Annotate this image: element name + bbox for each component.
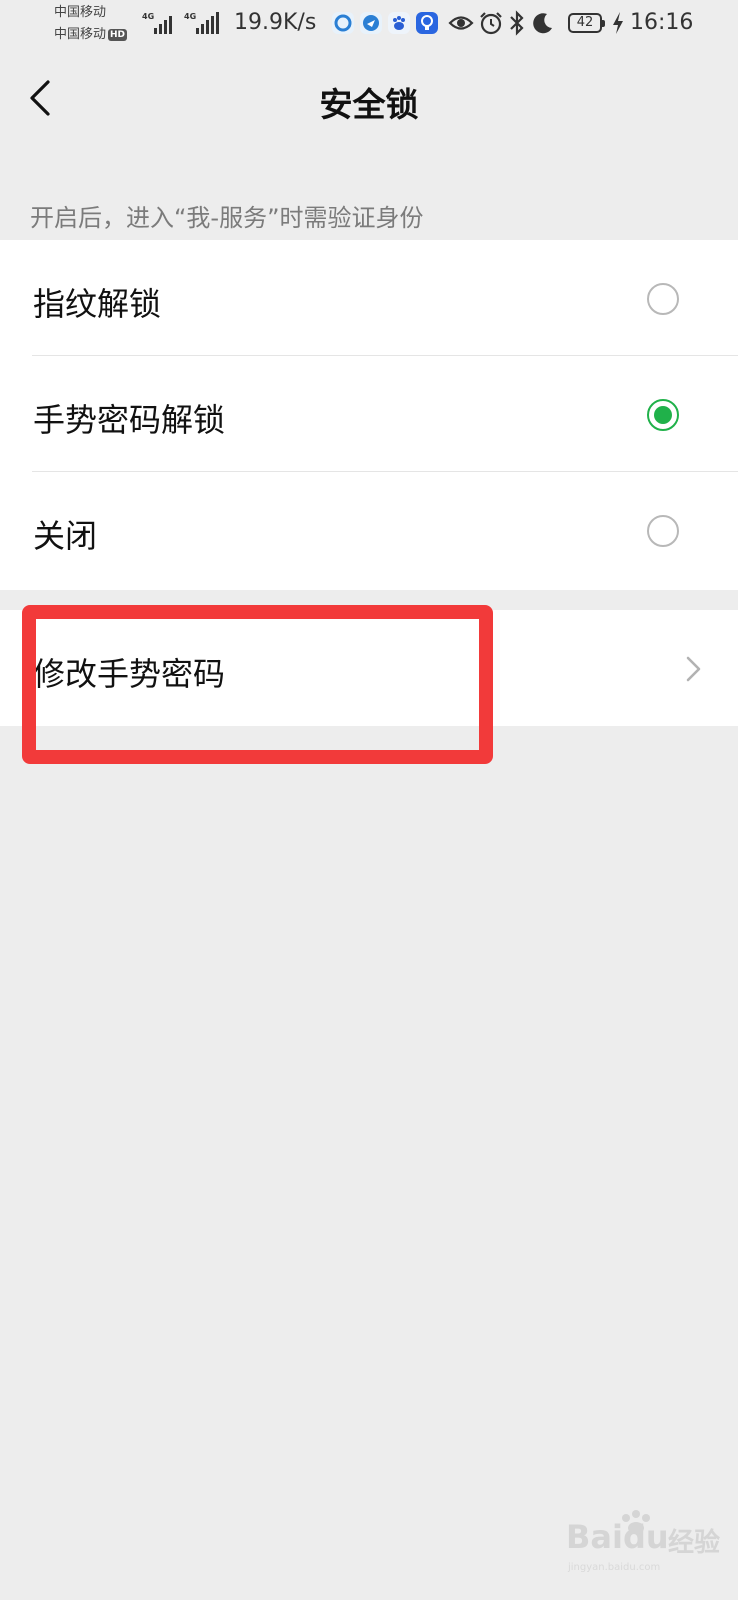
lock-options-group: 指纹解锁 手势密码解锁 关闭 — [0, 240, 738, 590]
hd-badge: HD — [108, 29, 128, 41]
bolt-icon — [613, 12, 623, 34]
network-type-2: 4G — [184, 12, 197, 21]
carrier-2: 中国移动 HD — [54, 27, 128, 43]
option-fingerprint-unlock[interactable]: 指纹解锁 — [0, 240, 738, 356]
bluetooth-icon — [510, 10, 524, 36]
option-label: 手势密码解锁 — [33, 401, 226, 439]
chevron-right-icon — [686, 656, 701, 682]
option-label: 指纹解锁 — [33, 285, 162, 323]
page-title: 安全锁 — [319, 85, 419, 124]
alarm-icon — [480, 12, 502, 35]
radio-button-unchecked[interactable] — [647, 283, 679, 315]
baidu-app-icon — [388, 12, 410, 34]
carrier-2-label: 中国移动 — [54, 27, 107, 42]
messenger-app-icon — [360, 12, 382, 34]
carrier-1: 中国移动 — [54, 5, 107, 20]
battery-indicator: 42 — [568, 13, 605, 33]
change-gesture-password-label: 修改手势密码 — [33, 655, 226, 693]
radio-button-unchecked[interactable] — [647, 515, 679, 547]
clock: 16:16 — [630, 10, 694, 35]
status-bar: 中国移动 中国移动 HD 4G 4G 19.9K/s 42 16:16 — [0, 0, 738, 50]
watermark-text: 经验 — [668, 1528, 721, 1558]
option-off[interactable]: 关闭 — [0, 472, 738, 588]
watermark-domain: jingyan.baidu.com — [568, 1562, 661, 1573]
option-gesture-unlock[interactable]: 手势密码解锁 — [0, 356, 738, 472]
eye-icon — [448, 16, 474, 30]
net-speed: 19.9K/s — [234, 10, 317, 35]
change-pattern-group: 修改手势密码 — [0, 610, 738, 726]
moon-icon — [533, 13, 552, 34]
paw-icon — [622, 1510, 650, 1534]
radio-button-checked[interactable] — [647, 399, 679, 431]
lightbulb-app-icon — [416, 12, 438, 34]
network-type-1: 4G — [142, 12, 155, 21]
browser-app-icon — [332, 12, 354, 34]
baidu-jingyan-watermark: Baidu 经验 jingyan.baidu.com — [566, 1510, 726, 1574]
section-hint: 开启后，进入“我-服务”时需验证身份 — [30, 204, 424, 232]
nav-bar: 安全锁 — [0, 50, 738, 148]
change-gesture-password-row[interactable]: 修改手势密码 — [0, 610, 738, 726]
option-label: 关闭 — [33, 517, 98, 555]
